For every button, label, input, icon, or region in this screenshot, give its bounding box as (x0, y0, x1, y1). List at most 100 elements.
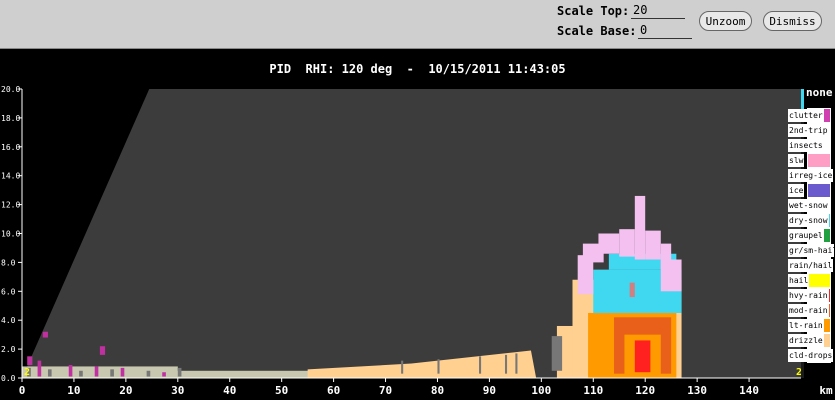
legend-label: drizzle (788, 334, 824, 347)
clutter-gate (177, 367, 182, 377)
scale-top-input[interactable] (631, 2, 685, 19)
coverage-wedge (22, 89, 801, 378)
unzoom-button[interactable]: Unzoom (699, 11, 752, 31)
legend-item: hail (788, 273, 832, 288)
noise-gate (401, 360, 404, 374)
legend-label: irreg-ice (788, 169, 834, 182)
legend-swatch (807, 183, 831, 198)
x-tick-label: 10 (67, 384, 80, 397)
legend-item: rain/hail (788, 258, 834, 273)
legend-label: clutter (788, 109, 824, 122)
corner-label: 2 (24, 367, 30, 378)
plot-title: PID RHI: 120 deg - 10/15/2011 11:43:05 (269, 62, 566, 76)
y-tick-label: 16.0 (1, 143, 20, 152)
scale-base-input[interactable] (638, 22, 692, 39)
x-tick-label: 60 (327, 384, 340, 397)
noise-gate (515, 353, 518, 374)
legend-item: lt-rain (788, 318, 832, 333)
hvy-rain-core (634, 340, 651, 373)
clutter-gate (110, 369, 114, 377)
legend-item: clutter (788, 108, 832, 123)
clutter-gate (146, 370, 151, 377)
legend-label: insects (788, 139, 824, 152)
legend-label: lt-rain (788, 319, 824, 332)
y-tick-label: 18.0 (1, 114, 20, 123)
legend-item: dry-snow (788, 213, 832, 228)
x-tick-label: 30 (171, 384, 184, 397)
rhi-plot[interactable]: 0 10 20 30 40 50 60 70 80 90 100 110 120 130 140 km 0.0 2… (0, 82, 835, 400)
legend-item: gr/sm-hail (788, 243, 834, 258)
legend-item: ice (788, 183, 832, 198)
clutter-gate (120, 367, 125, 377)
legend-label: dry-snow (788, 214, 829, 227)
dismiss-button[interactable]: Dismiss (763, 11, 822, 31)
scale-top-label: Scale Top: (557, 4, 630, 18)
legend-item: mod-rain (788, 303, 832, 318)
x-tick-label: 130 (687, 384, 707, 397)
clutter-gate (68, 364, 73, 377)
toolbar: Scale Top: Scale Base: Unzoom Dismiss (0, 0, 835, 49)
ground-echo (22, 366, 178, 378)
slw-region (619, 229, 635, 257)
noise-gate (551, 336, 563, 371)
legend-label: rain/hail (788, 259, 834, 272)
x-tick-label: 0 (19, 384, 26, 397)
x-tick-label: 80 (431, 384, 444, 397)
noise-gate (479, 356, 482, 374)
clutter-gate (94, 366, 99, 377)
legend-item: drizzle (788, 333, 832, 348)
legend-none-label: none (806, 86, 833, 99)
slw-region (645, 230, 661, 260)
legend-swatch (807, 153, 831, 168)
legend-item: wet-snow (788, 198, 832, 213)
x-tick-label: 100 (531, 384, 551, 397)
legend-item: graupel (788, 228, 832, 243)
y-tick-label: 4.0 (1, 316, 16, 325)
clutter-gate (79, 370, 83, 377)
y-tick-label: 20.0 (1, 85, 20, 94)
x-tick-label: 20 (119, 384, 132, 397)
y-tick-label: 0.0 (1, 374, 16, 383)
legend-label: hvy-rain (788, 289, 829, 302)
y-tick-label: 12.0 (1, 201, 20, 210)
legend-label: 2nd-trip (788, 124, 829, 137)
legend-label: wet-snow (788, 199, 829, 212)
clutter-gate (37, 360, 42, 377)
legend-label: hail (788, 274, 810, 287)
y-tick-label: 10.0 (1, 230, 20, 239)
clutter-gate (42, 331, 48, 338)
legend-item: slw (788, 153, 832, 168)
slw-region (634, 195, 646, 260)
x-tick-label: 50 (275, 384, 288, 397)
x-tick-label: 120 (635, 384, 655, 397)
x-axis-label: km (819, 384, 833, 397)
legend-item: insects (788, 138, 832, 153)
legend-label: gr/sm-hail (788, 244, 834, 257)
noise-gate (504, 354, 508, 374)
clutter-gate (99, 346, 106, 355)
y-tick-label: 14.0 (1, 172, 20, 181)
legend-swatch (807, 273, 831, 288)
clutter-gate (162, 372, 166, 377)
slw-region (598, 233, 620, 254)
noise-gate (437, 359, 440, 374)
slw-region (660, 259, 682, 292)
mixed-gate (629, 282, 635, 298)
y-tick-label: 6.0 (1, 287, 16, 296)
legend-item: irreg-ice (788, 168, 834, 183)
legend-label: slw (788, 154, 805, 167)
legend-label: mod-rain (788, 304, 829, 317)
y-tick-label: 8.0 (1, 258, 16, 267)
y-tick-label: 2.0 (1, 345, 16, 354)
x-tick-label: 40 (223, 384, 236, 397)
legend-label: ice (788, 184, 805, 197)
radar-coverage-area (22, 89, 801, 378)
legend-item: 2nd-trip (788, 123, 832, 138)
legend-item: hvy-rain (788, 288, 832, 303)
x-tick-label: 110 (583, 384, 603, 397)
legend-item: cld-drops (788, 348, 834, 363)
clutter-gate (47, 369, 52, 377)
clutter-gate (27, 356, 33, 365)
scale-base-label: Scale Base: (557, 24, 637, 38)
legend-label: graupel (788, 229, 824, 242)
